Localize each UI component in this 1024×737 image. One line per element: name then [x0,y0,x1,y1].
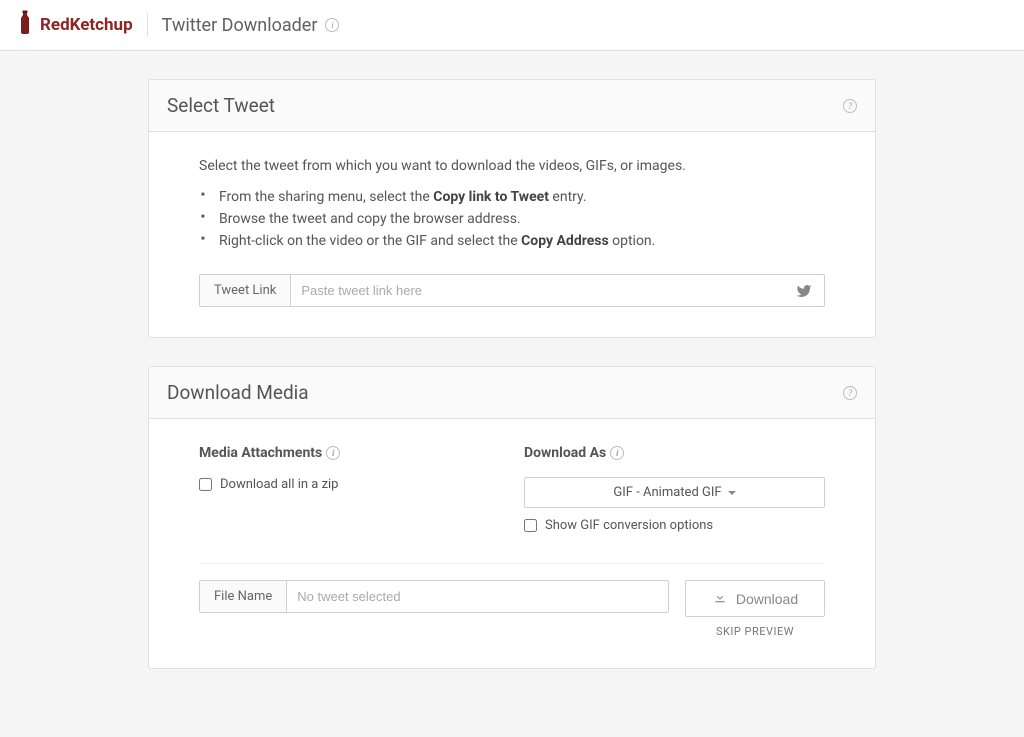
list-item: Right-click on the video or the GIF and … [219,230,825,252]
app-header: RedKetchup Twitter Downloader i [0,0,1024,51]
info-icon[interactable]: i [610,446,624,460]
brand[interactable]: RedKetchup [16,10,133,40]
help-icon[interactable]: ? [843,99,857,113]
media-attachments-label: Media Attachments i [199,445,500,461]
twitter-icon [784,275,824,306]
download-as-select[interactable]: GIF - Animated GIF [524,477,825,508]
checkbox-label: Download all in a zip [220,477,339,492]
brand-name: RedKetchup [40,15,133,35]
gif-options-checkbox-row[interactable]: Show GIF conversion options [524,518,825,533]
select-tweet-card: Select Tweet ? Select the tweet from whi… [148,79,876,338]
instructions-list: From the sharing menu, select the Copy l… [199,186,825,252]
card-header: Download Media ? [149,367,875,419]
checkbox-label: Show GIF conversion options [545,518,713,533]
download-button[interactable]: Download [685,580,825,617]
select-value: GIF - Animated GIF [613,485,721,500]
list-item: Browse the tweet and copy the browser ad… [219,208,825,230]
ketchup-bottle-icon [16,10,34,40]
download-icon [712,589,728,608]
skip-preview-link[interactable]: SKIP PREVIEW [685,625,825,638]
download-zip-checkbox-row[interactable]: Download all in a zip [199,477,500,492]
download-button-label: Download [736,591,798,607]
download-as-label: Download As i [524,445,825,461]
card-title: Select Tweet [167,94,275,117]
chevron-down-icon [728,491,736,495]
tweet-link-input[interactable] [291,275,784,306]
header-divider [147,13,148,37]
info-icon[interactable]: i [326,446,340,460]
download-media-card: Download Media ? Media Attachments i Dow… [148,366,876,669]
card-title: Download Media [167,381,309,404]
intro-text: Select the tweet from which you want to … [199,158,825,174]
tweet-link-label: Tweet Link [200,275,291,306]
help-icon[interactable]: ? [843,386,857,400]
download-zip-checkbox[interactable] [199,478,212,491]
gif-options-checkbox[interactable] [524,519,537,532]
card-header: Select Tweet ? [149,80,875,132]
page-title: Twitter Downloader [162,15,318,36]
list-item: From the sharing menu, select the Copy l… [219,186,825,208]
info-icon[interactable]: i [325,18,339,32]
tweet-link-group: Tweet Link [199,274,825,307]
